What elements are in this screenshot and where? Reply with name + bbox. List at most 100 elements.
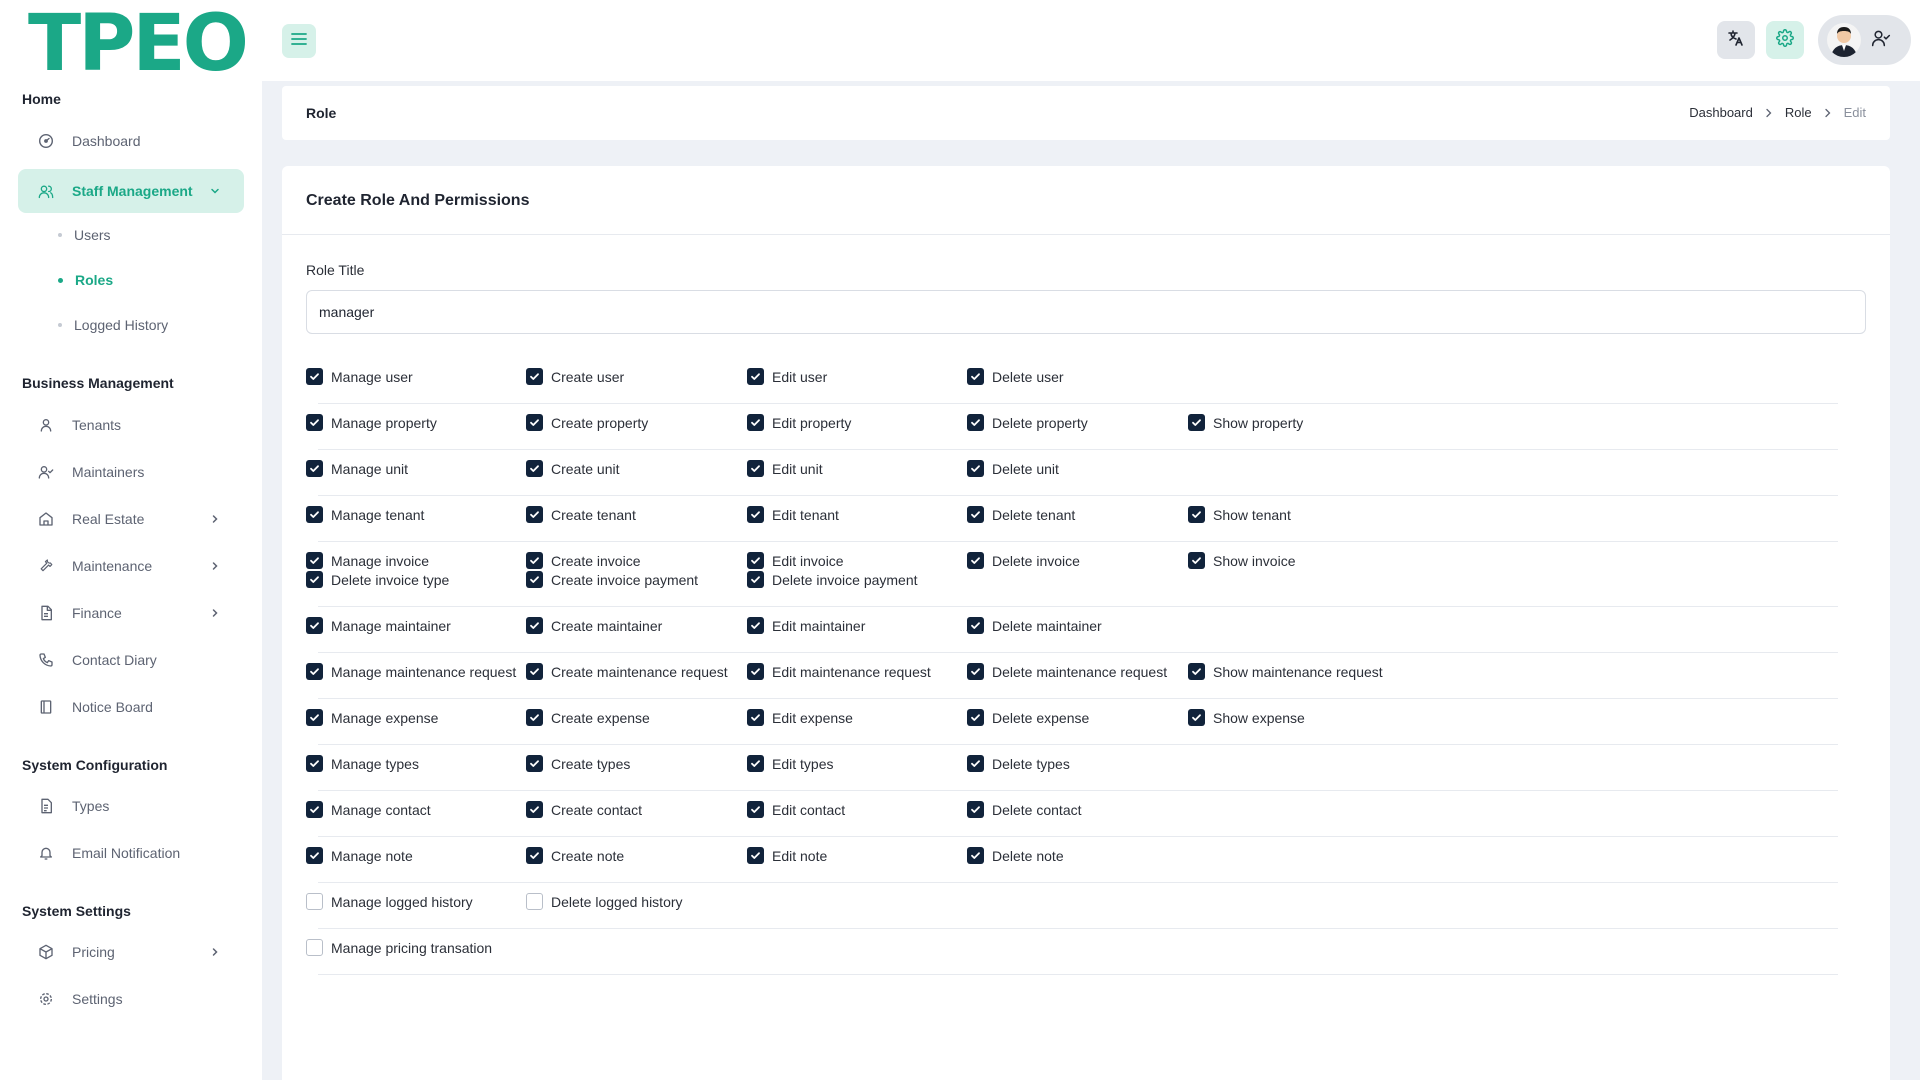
sidebar-item-finance[interactable]: Finance <box>18 591 244 635</box>
checkbox-checked[interactable] <box>526 847 543 864</box>
checkbox-checked[interactable] <box>747 709 764 726</box>
checkbox-checked[interactable] <box>747 506 764 523</box>
checkbox-checked[interactable] <box>306 571 323 588</box>
permission-edit-tenant[interactable]: Edit tenant <box>747 506 839 523</box>
checkbox-checked[interactable] <box>747 663 764 680</box>
permission-manage-unit[interactable]: Manage unit <box>306 460 408 477</box>
permission-manage-expense[interactable]: Manage expense <box>306 709 438 726</box>
checkbox-checked[interactable] <box>967 368 984 385</box>
checkbox-checked[interactable] <box>526 368 543 385</box>
checkbox-checked[interactable] <box>747 571 764 588</box>
breadcrumb-dashboard-link[interactable]: Dashboard <box>1689 105 1753 120</box>
checkbox-checked[interactable] <box>1188 709 1205 726</box>
checkbox-checked[interactable] <box>306 755 323 772</box>
checkbox-checked[interactable] <box>967 801 984 818</box>
language-button[interactable] <box>1717 21 1755 59</box>
permission-delete-logged-history[interactable]: Delete logged history <box>526 893 683 910</box>
permission-delete-invoice-type[interactable]: Delete invoice type <box>306 571 449 588</box>
permission-create-property[interactable]: Create property <box>526 414 648 431</box>
checkbox-checked[interactable] <box>526 460 543 477</box>
permission-edit-unit[interactable]: Edit unit <box>747 460 823 477</box>
checkbox-checked[interactable] <box>967 663 984 680</box>
sidebar-subitem-users[interactable]: Users <box>58 227 111 243</box>
checkbox-checked[interactable] <box>306 506 323 523</box>
permission-edit-maintenance-request[interactable]: Edit maintenance request <box>747 663 931 680</box>
permission-delete-invoice[interactable]: Delete invoice <box>967 552 1080 569</box>
permission-create-contact[interactable]: Create contact <box>526 801 642 818</box>
breadcrumb-role-link[interactable]: Role <box>1785 105 1812 120</box>
permission-show-tenant[interactable]: Show tenant <box>1188 506 1291 523</box>
permission-create-invoice[interactable]: Create invoice <box>526 552 641 569</box>
sidebar-item-types[interactable]: Types <box>18 784 244 828</box>
permission-delete-tenant[interactable]: Delete tenant <box>967 506 1075 523</box>
permission-delete-maintenance-request[interactable]: Delete maintenance request <box>967 663 1167 680</box>
checkbox-checked[interactable] <box>747 414 764 431</box>
permission-manage-property[interactable]: Manage property <box>306 414 437 431</box>
permission-create-user[interactable]: Create user <box>526 368 624 385</box>
permission-manage-pricing-transation[interactable]: Manage pricing transation <box>306 939 492 956</box>
permission-manage-maintainer[interactable]: Manage maintainer <box>306 617 451 634</box>
permission-delete-types[interactable]: Delete types <box>967 755 1070 772</box>
sidebar-item-settings[interactable]: Settings <box>18 977 244 1021</box>
permission-delete-expense[interactable]: Delete expense <box>967 709 1089 726</box>
checkbox-checked[interactable] <box>526 617 543 634</box>
permission-manage-contact[interactable]: Manage contact <box>306 801 431 818</box>
checkbox-checked[interactable] <box>306 801 323 818</box>
checkbox-checked[interactable] <box>306 617 323 634</box>
checkbox-checked[interactable] <box>747 552 764 569</box>
sidebar-toggle-button[interactable] <box>282 24 316 58</box>
permission-edit-note[interactable]: Edit note <box>747 847 827 864</box>
permission-delete-contact[interactable]: Delete contact <box>967 801 1082 818</box>
sidebar-subitem-logged-history[interactable]: Logged History <box>58 317 168 333</box>
permission-manage-tenant[interactable]: Manage tenant <box>306 506 424 523</box>
checkbox-checked[interactable] <box>967 847 984 864</box>
permission-show-maintenance-request[interactable]: Show maintenance request <box>1188 663 1383 680</box>
permission-delete-note[interactable]: Delete note <box>967 847 1064 864</box>
permission-delete-property[interactable]: Delete property <box>967 414 1088 431</box>
checkbox-checked[interactable] <box>747 617 764 634</box>
checkbox-checked[interactable] <box>1188 414 1205 431</box>
permission-create-expense[interactable]: Create expense <box>526 709 650 726</box>
permission-create-maintainer[interactable]: Create maintainer <box>526 617 662 634</box>
app-logo[interactable]: TPEO <box>28 4 249 84</box>
checkbox-checked[interactable] <box>306 709 323 726</box>
checkbox-checked[interactable] <box>306 552 323 569</box>
permission-delete-maintainer[interactable]: Delete maintainer <box>967 617 1102 634</box>
permission-manage-types[interactable]: Manage types <box>306 755 419 772</box>
sidebar-item-maintainers[interactable]: Maintainers <box>18 450 244 494</box>
checkbox-checked[interactable] <box>306 460 323 477</box>
permission-create-maintenance-request[interactable]: Create maintenance request <box>526 663 728 680</box>
checkbox-checked[interactable] <box>306 368 323 385</box>
checkbox-checked[interactable] <box>306 847 323 864</box>
permission-create-invoice-payment[interactable]: Create invoice payment <box>526 571 698 588</box>
permission-create-unit[interactable]: Create unit <box>526 460 619 477</box>
sidebar-item-contact-diary[interactable]: Contact Diary <box>18 638 244 682</box>
checkbox-checked[interactable] <box>526 414 543 431</box>
checkbox-checked[interactable] <box>967 414 984 431</box>
permission-delete-unit[interactable]: Delete unit <box>967 460 1059 477</box>
permission-manage-maintenance-request[interactable]: Manage maintenance request <box>306 663 516 680</box>
permission-create-types[interactable]: Create types <box>526 755 630 772</box>
checkbox-checked[interactable] <box>306 414 323 431</box>
permission-manage-note[interactable]: Manage note <box>306 847 413 864</box>
permission-edit-invoice[interactable]: Edit invoice <box>747 552 844 569</box>
permission-edit-expense[interactable]: Edit expense <box>747 709 853 726</box>
checkbox-checked[interactable] <box>526 506 543 523</box>
sidebar-item-tenants[interactable]: Tenants <box>18 403 244 447</box>
checkbox-checked[interactable] <box>967 552 984 569</box>
checkbox-checked[interactable] <box>747 801 764 818</box>
sidebar-item-dashboard[interactable]: Dashboard <box>18 119 244 163</box>
checkbox-unchecked[interactable] <box>306 939 323 956</box>
checkbox-checked[interactable] <box>1188 663 1205 680</box>
permission-edit-maintainer[interactable]: Edit maintainer <box>747 617 865 634</box>
permission-manage-invoice[interactable]: Manage invoice <box>306 552 429 569</box>
checkbox-checked[interactable] <box>967 617 984 634</box>
checkbox-checked[interactable] <box>967 460 984 477</box>
permission-edit-types[interactable]: Edit types <box>747 755 833 772</box>
checkbox-checked[interactable] <box>306 663 323 680</box>
permission-edit-user[interactable]: Edit user <box>747 368 827 385</box>
sidebar-item-staff-management[interactable]: Staff Management <box>18 169 244 213</box>
sidebar-item-notice-board[interactable]: Notice Board <box>18 685 244 729</box>
checkbox-checked[interactable] <box>747 460 764 477</box>
sidebar-subitem-roles[interactable]: Roles <box>58 272 113 288</box>
